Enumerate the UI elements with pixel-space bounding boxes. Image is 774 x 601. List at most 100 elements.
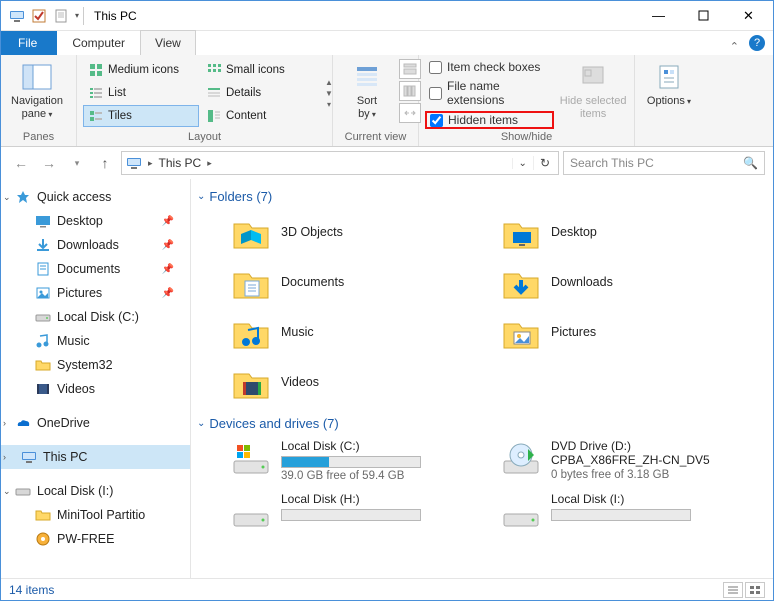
chevron-right-icon[interactable]: ▸ bbox=[146, 158, 155, 169]
downloads-icon bbox=[35, 237, 51, 253]
refresh-button[interactable]: ↻ bbox=[533, 156, 556, 170]
group-panes-label: Panes bbox=[7, 129, 70, 146]
hidden-items-toggle[interactable]: Hidden items bbox=[425, 111, 554, 129]
window-title: This PC bbox=[94, 9, 137, 23]
tab-file[interactable]: File bbox=[1, 31, 57, 55]
drive-i-usage-bar bbox=[551, 509, 691, 521]
music-folder-icon bbox=[231, 312, 271, 352]
drive-icon bbox=[15, 483, 31, 499]
drive-i[interactable]: Local Disk (I:) bbox=[501, 492, 763, 532]
pin-icon: 📌 bbox=[162, 216, 184, 227]
drive-h[interactable]: Local Disk (H:) bbox=[231, 492, 493, 532]
forward-button[interactable]: → bbox=[37, 151, 61, 175]
folder-downloads[interactable]: Downloads bbox=[501, 262, 763, 302]
drive-d-name: DVD Drive (D:) bbox=[551, 439, 710, 453]
drive-icon bbox=[501, 492, 541, 532]
medium-icons-icon bbox=[88, 62, 104, 78]
details-icon bbox=[206, 85, 222, 101]
sort-icon bbox=[351, 61, 383, 93]
search-placeholder: Search This PC bbox=[570, 156, 654, 170]
layout-details[interactable]: Details bbox=[201, 82, 317, 104]
group-drives-header[interactable]: ⌄Devices and drives (7) bbox=[197, 416, 763, 431]
drive-c-name: Local Disk (C:) bbox=[281, 439, 421, 453]
drive-h-usage-bar bbox=[281, 509, 421, 521]
options-button[interactable]: Options bbox=[641, 57, 697, 108]
layout-medium-icons[interactable]: Medium icons bbox=[83, 59, 199, 81]
size-columns-button[interactable] bbox=[399, 103, 421, 123]
hide-selected-button: Hide selected items bbox=[558, 57, 628, 121]
sidebar-item-desktop[interactable]: Desktop📌 bbox=[1, 209, 190, 233]
folder-pictures[interactable]: Pictures bbox=[501, 312, 763, 352]
3d-objects-icon bbox=[231, 212, 271, 252]
pin-icon: 📌 bbox=[162, 264, 184, 275]
ribbon: Navigation pane Panes Medium icons Small… bbox=[1, 55, 773, 147]
checkbox-qat-icon[interactable] bbox=[31, 8, 47, 24]
folder-icon bbox=[35, 507, 51, 523]
documents-icon bbox=[35, 261, 51, 277]
recent-locations-button[interactable]: ▾ bbox=[65, 151, 89, 175]
tab-view[interactable]: View bbox=[140, 30, 196, 55]
sidebar-quick-access[interactable]: ⌄Quick access bbox=[1, 185, 190, 209]
help-button[interactable]: ? bbox=[749, 35, 765, 51]
drive-c[interactable]: Local Disk (C:) 39.0 GB free of 59.4 GB bbox=[231, 439, 493, 482]
maximize-button[interactable] bbox=[681, 2, 726, 30]
sidebar-item-local-c[interactable]: Local Disk (C:) bbox=[1, 305, 190, 329]
folder-desktop[interactable]: Desktop bbox=[501, 212, 763, 252]
drive-d[interactable]: DVD Drive (D:) CPBA_X86FRE_ZH-CN_DV5 0 b… bbox=[501, 439, 763, 482]
sidebar-item-minitool[interactable]: MiniTool Partitio bbox=[1, 503, 190, 527]
nav-pane-label: Navigation pane bbox=[11, 95, 63, 121]
desktop-folder-icon bbox=[501, 212, 541, 252]
address-dropdown-button[interactable]: ⌄ bbox=[512, 158, 533, 169]
folder-documents[interactable]: Documents bbox=[231, 262, 493, 302]
title-bar: ▾ This PC — ✕ bbox=[1, 1, 773, 31]
sidebar-item-downloads[interactable]: Downloads📌 bbox=[1, 233, 190, 257]
breadcrumb-this-pc[interactable]: This PC bbox=[155, 156, 206, 170]
back-button[interactable]: ← bbox=[9, 151, 33, 175]
pictures-icon bbox=[35, 285, 51, 301]
sidebar-item-documents[interactable]: Documents📌 bbox=[1, 257, 190, 281]
folder-3d-objects[interactable]: 3D Objects bbox=[231, 212, 493, 252]
tab-computer[interactable]: Computer bbox=[57, 30, 140, 55]
layout-content[interactable]: Content bbox=[201, 105, 317, 127]
up-button[interactable]: ↑ bbox=[93, 151, 117, 175]
collapse-ribbon-button[interactable]: ⌃ bbox=[724, 38, 745, 55]
item-count: 14 items bbox=[9, 583, 54, 597]
large-icons-view-button[interactable] bbox=[745, 582, 765, 598]
sidebar-this-pc[interactable]: ›This PC bbox=[1, 445, 190, 469]
navigation-pane-button[interactable]: Navigation pane bbox=[7, 57, 67, 121]
close-button[interactable]: ✕ bbox=[726, 2, 771, 30]
minimize-button[interactable]: — bbox=[636, 2, 681, 30]
sidebar-item-pwfree[interactable]: PW-FREE bbox=[1, 527, 190, 551]
layout-small-icons[interactable]: Small icons bbox=[201, 59, 317, 81]
group-current-view-label: Current view bbox=[339, 129, 412, 146]
layout-list[interactable]: List bbox=[83, 82, 199, 104]
item-checkboxes-toggle[interactable]: Item check boxes bbox=[425, 59, 554, 75]
chevron-right-icon[interactable]: ▸ bbox=[205, 158, 214, 169]
pin-icon: 📌 bbox=[162, 288, 184, 299]
qat-dropdown-icon[interactable]: ▾ bbox=[75, 11, 79, 20]
group-folders-header[interactable]: ⌄Folders (7) bbox=[197, 189, 763, 204]
layout-tiles[interactable]: Tiles bbox=[83, 105, 199, 127]
details-view-button[interactable] bbox=[723, 582, 743, 598]
address-box[interactable]: ▸ This PC ▸ ⌄ ↻ bbox=[121, 151, 559, 175]
add-columns-button[interactable] bbox=[399, 81, 421, 101]
folder-music[interactable]: Music bbox=[231, 312, 493, 352]
sort-by-button[interactable]: Sort by bbox=[339, 57, 395, 121]
drive-icon bbox=[35, 309, 51, 325]
sidebar-item-music[interactable]: Music bbox=[1, 329, 190, 353]
pc-breadcrumb-icon bbox=[126, 155, 142, 171]
group-by-button[interactable] bbox=[399, 59, 421, 79]
file-extensions-toggle[interactable]: File name extensions bbox=[425, 78, 554, 108]
sidebar-onedrive[interactable]: ›OneDrive bbox=[1, 411, 190, 435]
folder-videos[interactable]: Videos bbox=[231, 362, 493, 402]
sidebar-item-system32[interactable]: System32 bbox=[1, 353, 190, 377]
sidebar-item-pictures[interactable]: Pictures📌 bbox=[1, 281, 190, 305]
videos-folder-icon bbox=[231, 362, 271, 402]
desktop-icon bbox=[35, 213, 51, 229]
search-input[interactable]: Search This PC 🔍 bbox=[563, 151, 765, 175]
sidebar-local-i[interactable]: ⌄Local Disk (I:) bbox=[1, 479, 190, 503]
hide-selected-label: Hide selected items bbox=[560, 95, 627, 121]
folder-icon bbox=[35, 357, 51, 373]
sidebar-item-videos[interactable]: Videos bbox=[1, 377, 190, 401]
properties-qat-icon[interactable] bbox=[53, 8, 69, 24]
